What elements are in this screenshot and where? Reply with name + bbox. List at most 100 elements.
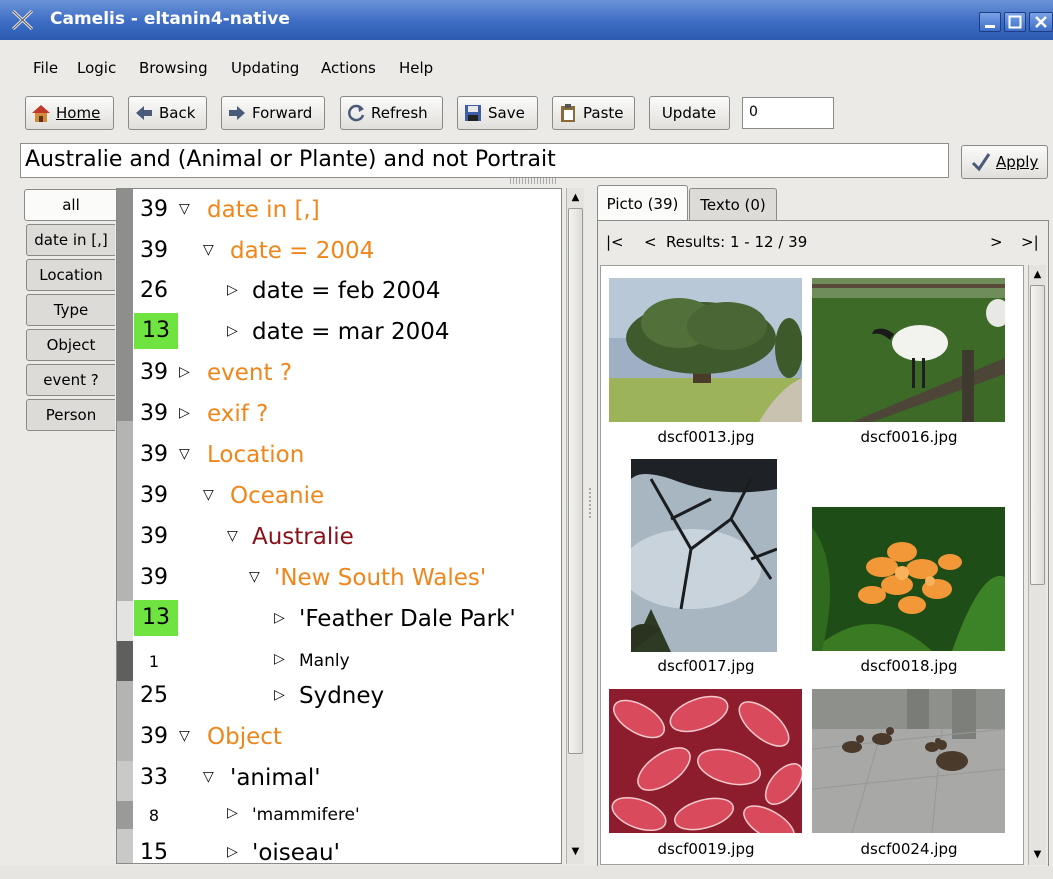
tree-row[interactable]: 15 ▷ 'oiseau' [117,834,561,863]
scroll-up-icon[interactable]: ▲ [1030,267,1045,283]
collapsed-triangle-icon[interactable]: ▷ [179,405,193,425]
menu-updating[interactable]: Updating [231,59,299,77]
expanded-triangle-icon[interactable]: ▽ [203,769,217,789]
photo-ducks-thumbnail[interactable] [812,689,1005,833]
collapsed-triangle-icon[interactable]: ▷ [274,651,288,671]
tree-row[interactable]: 1 ▷ Manly [117,641,561,681]
title-bar: Camelis - eltanin4-native [0,0,1053,40]
scroll-down-icon[interactable]: ▼ [568,844,583,860]
apply-button[interactable]: Apply [961,145,1048,179]
thumbnail-filename: dscf0016.jpg [860,428,958,446]
photo-branches-thumbnail[interactable] [631,459,777,652]
tree-row[interactable]: 39 ▽ Object [117,718,561,758]
home-button[interactable]: Home [25,96,114,130]
tree-row[interactable]: 39 ▽ date = 2004 [117,232,561,272]
checkmark-icon [970,151,992,173]
thumbnail-filename: dscf0017.jpg [657,657,755,675]
tree-row[interactable]: 8 ▷ 'mammifere' [117,795,561,835]
back-button[interactable]: Back [128,96,207,130]
prev-page-button[interactable]: < [644,233,657,251]
scroll-down-icon[interactable]: ▼ [1030,847,1045,863]
scrollbar-thumb[interactable] [568,208,583,754]
save-button[interactable]: Save [457,96,538,130]
tree-row[interactable]: 26 ▷ date = feb 2004 [117,272,561,312]
tree-row[interactable]: 13 ▷ date = mar 2004 [117,313,561,353]
pane-splitter[interactable] [585,188,595,864]
refresh-button[interactable]: Refresh [340,96,443,130]
tree-row[interactable]: 39 ▷ event ? [117,354,561,394]
close-button[interactable] [1029,12,1053,32]
side-tab-all[interactable]: all [24,189,117,221]
side-tab-object[interactable]: Object [26,329,115,361]
side-tab-type[interactable]: Type [26,294,115,326]
query-input[interactable]: Australie and (Animal or Plante) and not… [20,143,949,178]
thumbnail-grid: dscf0013.jpg dscf0016.jpg dscf0017.jpg d… [600,265,1024,865]
collapsed-triangle-icon[interactable]: ▷ [227,323,241,343]
tree-row[interactable]: 25 ▷ Sydney [117,677,561,717]
window-title: Camelis - eltanin4-native [50,9,290,29]
menu-help[interactable]: Help [399,59,433,77]
expanded-triangle-icon[interactable]: ▽ [249,569,263,589]
minimize-button[interactable] [979,12,1001,32]
tab-texto[interactable]: Texto (0) [689,188,777,220]
refresh-icon [345,102,367,124]
scrollbar-thumb[interactable] [1030,285,1045,585]
last-page-button[interactable]: >| [1021,233,1039,251]
side-tab-person[interactable]: Person [26,399,115,431]
collapsed-triangle-icon[interactable]: ▷ [227,282,241,302]
side-tab-date[interactable]: date in [,] [26,224,115,256]
tree-row[interactable]: 39 ▽ date in [,] [117,191,561,231]
save-icon [462,102,484,124]
pane-resize-grip[interactable] [510,178,558,184]
tree-row[interactable]: 33 ▽ 'animal' [117,759,561,799]
tree-row[interactable]: 39 ▽ 'New South Wales' [117,559,561,599]
clipboard-icon [557,102,579,124]
side-tab-location[interactable]: Location [26,259,115,291]
tree-row[interactable]: 39 ▷ exif ? [117,395,561,435]
expanded-triangle-icon[interactable]: ▽ [227,528,241,548]
tree-row[interactable]: 13 ▷ 'Feather Dale Park' [117,600,561,640]
photo-ibis-thumbnail[interactable] [812,278,1005,422]
expanded-triangle-icon[interactable]: ▽ [179,201,193,221]
tree-row[interactable]: 39 ▽ Australie [117,518,561,558]
app-icon [10,8,36,32]
count-input[interactable]: 0 [742,97,834,129]
thumbnail-filename: dscf0013.jpg [657,428,755,446]
collapsed-triangle-icon[interactable]: ▷ [274,610,288,630]
tree-scrollbar[interactable]: ▲ ▼ [566,188,584,864]
collapsed-triangle-icon[interactable]: ▷ [179,364,193,384]
first-page-button[interactable]: |< [606,233,624,251]
facet-tree: 39 ▽ date in [,] 39 ▽ date = 2004 26 ▷ d… [116,188,562,864]
menu-browsing[interactable]: Browsing [139,59,208,77]
results-status: Results: 1 - 12 / 39 [666,233,808,251]
expanded-triangle-icon[interactable]: ▽ [179,446,193,466]
expanded-triangle-icon[interactable]: ▽ [179,728,193,748]
next-page-button[interactable]: > [990,233,1003,251]
results-scrollbar[interactable]: ▲ ▼ [1028,265,1046,865]
menu-file[interactable]: File [33,59,58,77]
menu-logic[interactable]: Logic [77,59,116,77]
tab-picto[interactable]: Picto (39) [597,185,688,221]
expanded-triangle-icon[interactable]: ▽ [203,242,217,262]
paste-button[interactable]: Paste [552,96,635,130]
back-arrow-icon [133,102,155,124]
status-bar [0,866,1053,879]
collapsed-triangle-icon[interactable]: ▷ [227,805,241,825]
update-button[interactable]: Update [649,96,730,130]
side-tab-event[interactable]: event ? [26,364,115,396]
forward-arrow-icon [226,102,248,124]
collapsed-triangle-icon[interactable]: ▷ [274,687,288,707]
maximize-button[interactable] [1004,12,1026,32]
tree-row[interactable]: 39 ▽ Oceanie [117,477,561,517]
home-icon [30,102,52,124]
expanded-triangle-icon[interactable]: ▽ [203,487,217,507]
photo-tree-thumbnail[interactable] [609,278,802,422]
menu-actions[interactable]: Actions [321,59,376,77]
thumbnail-filename: dscf0019.jpg [657,840,755,858]
tree-row[interactable]: 39 ▽ Location [117,436,561,476]
scroll-up-icon[interactable]: ▲ [568,190,583,206]
photo-leaves-thumbnail[interactable] [609,689,802,833]
collapsed-triangle-icon[interactable]: ▷ [227,844,241,863]
photo-flowers-thumbnail[interactable] [812,507,1005,651]
forward-button[interactable]: Forward [221,96,325,130]
